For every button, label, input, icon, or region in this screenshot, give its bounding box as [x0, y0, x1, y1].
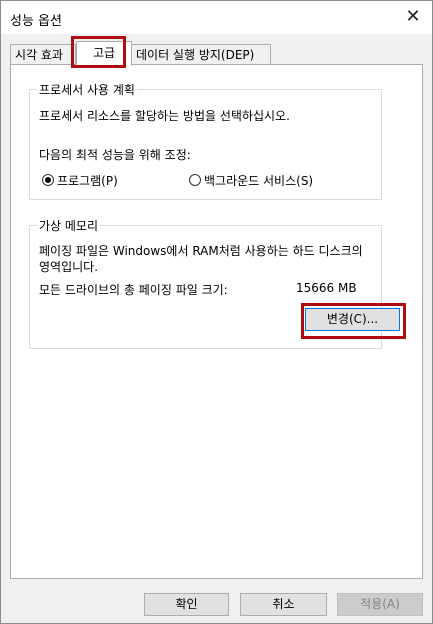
cancel-button[interactable]: 취소: [240, 593, 327, 616]
processor-description: 프로세서 리소스를 할당하는 방법을 선택하십시오.: [39, 109, 290, 123]
adjust-label: 다음의 최적 성능을 위해 조정:: [39, 148, 191, 162]
total-paging-file-label: 모든 드라이브의 총 페이징 파일 크기:: [39, 283, 228, 297]
tab-dep[interactable]: 데이터 실행 방지(DEP): [131, 44, 271, 65]
dialog-footer: 확인 취소 적용(A): [1, 581, 432, 623]
title-bar: 성능 옵션 ✕: [1, 1, 432, 34]
virtual-memory-description-line1: 페이징 파일은 Windows에서 RAM처럼 사용하는 하드 디스크의: [39, 244, 363, 258]
virtual-memory-description-line2: 영역입니다.: [39, 260, 99, 274]
highlight-box-advanced-tab: [71, 36, 126, 68]
ok-button[interactable]: 확인: [144, 593, 229, 616]
tab-visual-effects[interactable]: 시각 효과: [10, 44, 76, 65]
total-paging-file-value: 15666 MB: [296, 281, 357, 295]
close-icon[interactable]: ✕: [402, 6, 424, 28]
background-services-radio[interactable]: [189, 174, 201, 186]
window-title: 성능 옵션: [10, 14, 62, 29]
background-services-radio-label[interactable]: 백그라운드 서비스(S): [204, 172, 313, 189]
advanced-tab-panel: 프로세서 사용 계획 프로세서 리소스를 할당하는 방법을 선택하십시오. 다음…: [10, 64, 423, 579]
processor-scheduling-group: 프로세서 사용 계획 프로세서 리소스를 할당하는 방법을 선택하십시오. 다음…: [29, 81, 382, 200]
highlight-box-change-button: [301, 303, 406, 339]
programs-radio-label[interactable]: 프로그램(P): [57, 172, 118, 189]
virtual-memory-legend: 가상 메모리: [37, 217, 101, 234]
processor-scheduling-legend: 프로세서 사용 계획: [37, 81, 137, 98]
apply-button[interactable]: 적용(A): [337, 593, 423, 616]
performance-options-window: 성능 옵션 ✕ 시각 효과 고급 데이터 실행 방지(DEP) 프로세서 사용 …: [0, 0, 433, 624]
programs-radio[interactable]: [42, 174, 54, 186]
